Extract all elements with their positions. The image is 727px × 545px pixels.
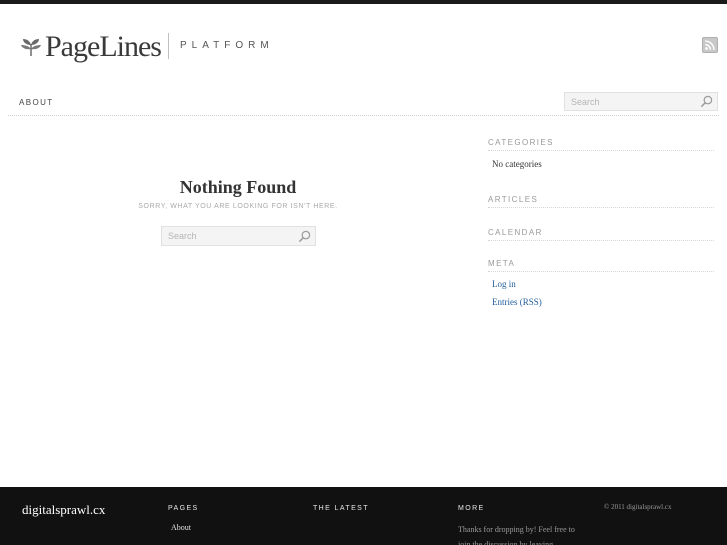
rss-icon[interactable] xyxy=(702,37,718,53)
site-tagline: PLATFORM xyxy=(180,40,274,51)
sidebar-heading-meta: META xyxy=(488,259,714,272)
footer-more-text: Thanks for dropping by! Feel free to joi… xyxy=(458,525,575,545)
footer-copyright: © 2011 digitalsprawl.cx xyxy=(604,503,672,511)
top-bar xyxy=(0,0,727,4)
sidebar-heading-calendar: CALENDAR xyxy=(488,228,714,241)
header-search xyxy=(564,92,718,111)
site-footer: digitalsprawl.cx PAGES About THE LATEST … xyxy=(0,487,727,545)
page-subtitle: SORRY, WHAT YOU ARE LOOKING FOR ISN'T HE… xyxy=(138,203,338,210)
site-logo[interactable]: PageLines xyxy=(20,30,162,64)
search-icon[interactable] xyxy=(700,95,713,108)
page-title: Nothing Found xyxy=(179,177,297,197)
nav-item-about[interactable]: ABOUT xyxy=(19,98,54,107)
sidebar-heading-articles: ARTICLES xyxy=(488,195,714,208)
no-categories-text: No categories xyxy=(492,159,542,169)
nav-divider xyxy=(8,115,719,116)
footer-link-about[interactable]: About xyxy=(171,523,191,532)
main-search xyxy=(161,226,316,246)
logo-divider xyxy=(168,33,169,59)
logo-text: PageLines xyxy=(45,30,162,63)
footer-heading-pages: PAGES xyxy=(168,505,199,512)
search-icon[interactable] xyxy=(298,230,311,243)
meta-link-entries-rss[interactable]: Entries (RSS) xyxy=(492,297,542,307)
footer-site-name: digitalsprawl.cx xyxy=(22,502,106,517)
footer-heading-more: MORE xyxy=(458,505,485,512)
meta-link-login[interactable]: Log in xyxy=(492,279,516,289)
footer-heading-latest: THE LATEST xyxy=(313,505,369,512)
leaf-icon xyxy=(21,39,41,56)
sidebar-heading-categories: CATEGORIES xyxy=(488,138,714,151)
header-search-input[interactable] xyxy=(565,93,700,110)
main-search-input[interactable] xyxy=(162,227,298,245)
